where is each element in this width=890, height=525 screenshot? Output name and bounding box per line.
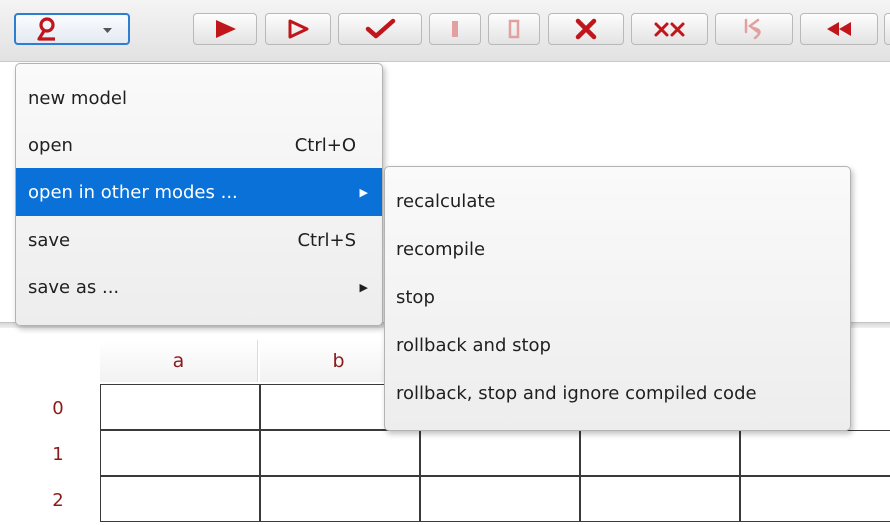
- menu-item-label: save as ...: [28, 276, 120, 298]
- stop-outline-icon: [508, 19, 520, 39]
- cancel-all-button[interactable]: [631, 13, 708, 45]
- cell-a0[interactable]: [100, 384, 260, 430]
- rewind-button[interactable]: [800, 13, 878, 45]
- check-button[interactable]: [338, 13, 422, 45]
- cell-c1[interactable]: [420, 430, 580, 476]
- cell-d2[interactable]: [580, 476, 740, 522]
- cell-b2[interactable]: [260, 476, 420, 522]
- column-header-a[interactable]: a: [100, 340, 258, 382]
- cell-a2[interactable]: [100, 476, 260, 522]
- submenu-item-recompile[interactable]: recompile: [385, 225, 850, 273]
- cell-c2[interactable]: [420, 476, 580, 522]
- menu-item-label: recalculate: [396, 190, 496, 212]
- return-icon: [744, 18, 761, 40]
- menu-item-label: stop: [396, 286, 435, 308]
- return-button[interactable]: [715, 13, 793, 45]
- menu-item-label: open in other modes ...: [28, 181, 238, 203]
- chevron-down-icon: [103, 28, 112, 33]
- checkmark-icon: [365, 18, 396, 39]
- menu-item-save-as[interactable]: save as ... ▶: [16, 263, 382, 311]
- menu-item-label: rollback and stop: [396, 334, 551, 356]
- submenu-item-stop[interactable]: stop: [385, 273, 850, 321]
- step-button[interactable]: [265, 13, 331, 45]
- row-header-1[interactable]: 1: [16, 431, 100, 477]
- menu-item-label: new model: [28, 87, 127, 109]
- submenu-item-recalculate[interactable]: recalculate: [385, 177, 850, 225]
- row-header-0[interactable]: 0: [16, 385, 100, 431]
- cell-b1[interactable]: [260, 430, 420, 476]
- menu-item-label: rollback, stop and ignore compiled code: [396, 382, 757, 404]
- submenu-arrow-icon: ▶: [359, 280, 368, 294]
- menu-shortcut: Ctrl+O: [294, 134, 356, 156]
- x-icon: [575, 18, 597, 40]
- cell-d1[interactable]: [580, 430, 740, 476]
- cancel-button[interactable]: [548, 13, 624, 45]
- row-header-2[interactable]: 2: [16, 477, 100, 523]
- more-toolbar-button[interactable]: [884, 13, 890, 45]
- rewind-icon: [827, 22, 851, 36]
- run-button[interactable]: [193, 13, 257, 45]
- cell-e1[interactable]: [740, 430, 890, 476]
- double-x-icon: [654, 22, 684, 37]
- menu-item-save[interactable]: save Ctrl+S: [16, 216, 382, 264]
- menu-item-open-in-other-modes[interactable]: open in other modes ... ▶: [16, 168, 382, 216]
- open-modes-submenu: recalculate recompile stop rollback and …: [384, 166, 851, 431]
- pause-button[interactable]: [429, 13, 481, 45]
- play-outline-icon: [288, 19, 309, 39]
- menu-item-open[interactable]: open Ctrl+O: [16, 121, 382, 169]
- toolbar: [0, 0, 890, 62]
- menu-item-label: save: [28, 229, 71, 251]
- submenu-item-rollback-stop-ignore[interactable]: rollback, stop and ignore compiled code: [385, 369, 850, 417]
- play-filled-icon: [216, 20, 236, 38]
- submenu-arrow-icon: ▶: [359, 185, 368, 199]
- menu-item-label: recompile: [396, 238, 486, 260]
- model-icon: [37, 17, 55, 41]
- stop-button[interactable]: [488, 13, 540, 45]
- model-menu: new model open Ctrl+O open in other mode…: [15, 63, 383, 326]
- menu-item-label: open: [28, 134, 73, 156]
- menu-item-new-model[interactable]: new model: [16, 74, 382, 122]
- cell-e2[interactable]: [740, 476, 890, 522]
- model-menu-button[interactable]: [14, 13, 130, 45]
- cell-a1[interactable]: [100, 430, 260, 476]
- menu-shortcut: Ctrl+S: [297, 229, 356, 251]
- bar-icon: [452, 21, 458, 37]
- submenu-item-rollback-and-stop[interactable]: rollback and stop: [385, 321, 850, 369]
